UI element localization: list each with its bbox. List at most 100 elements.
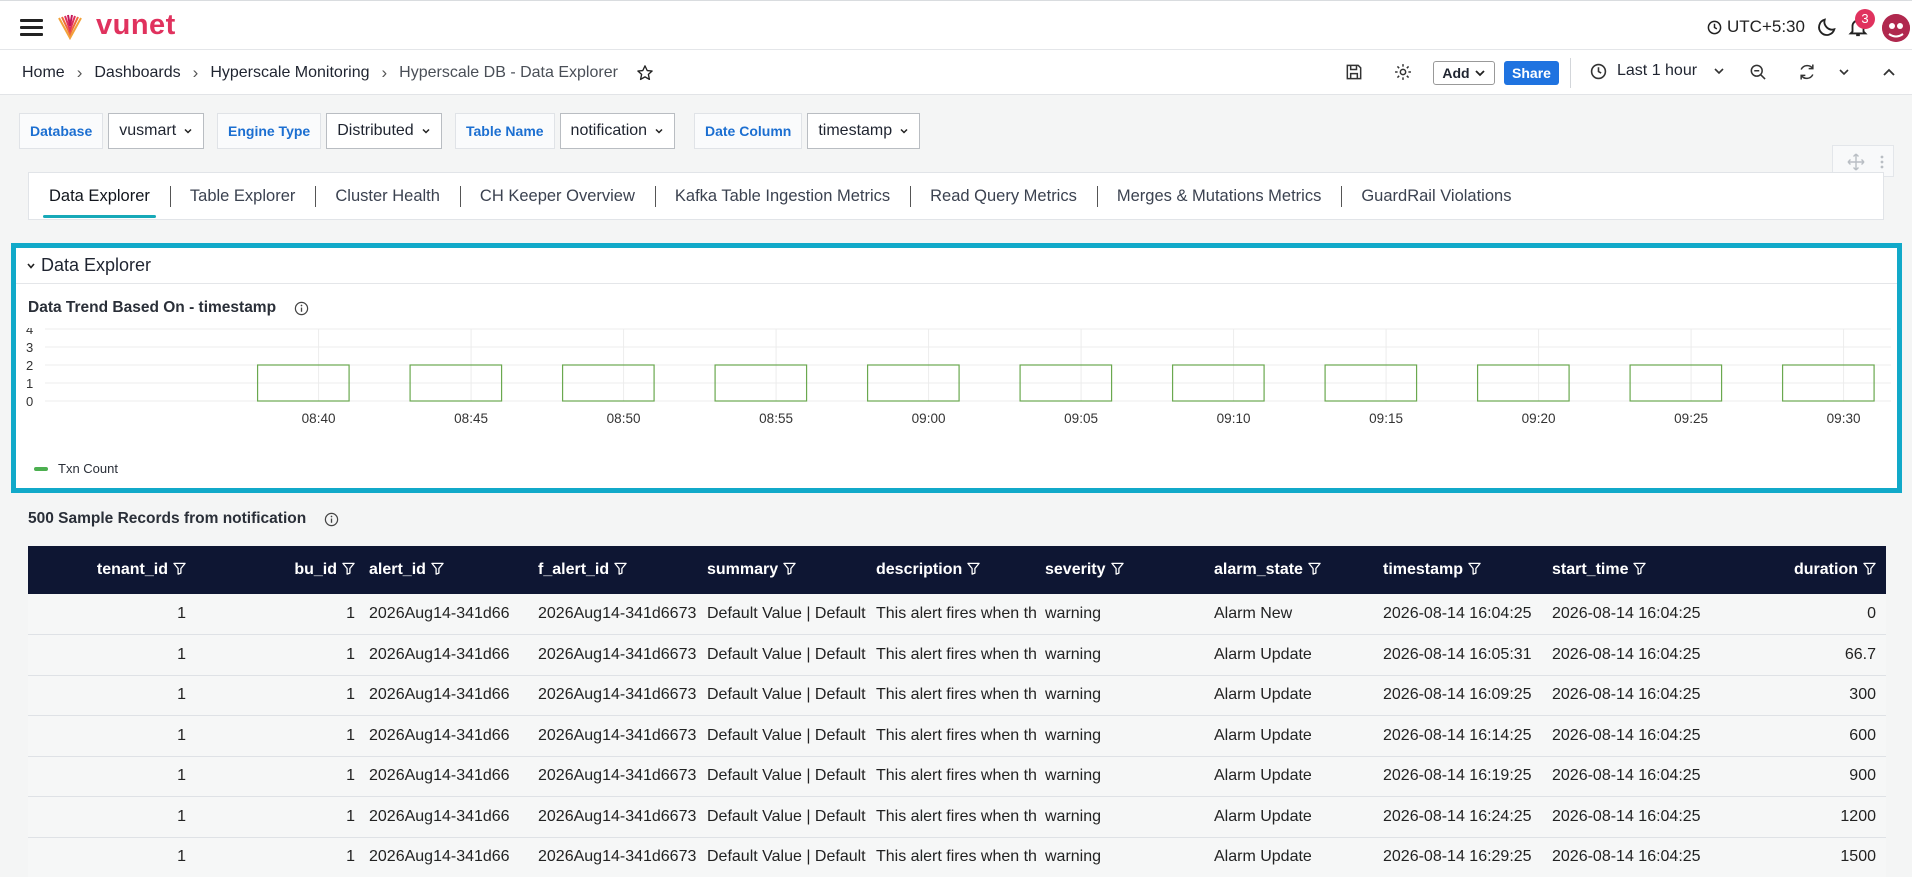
settings-gear-icon[interactable] <box>1393 62 1413 82</box>
records-title: 500 Sample Records from notification <box>28 510 339 528</box>
variable-label: Database <box>19 113 104 149</box>
records-table-container[interactable]: tenant_id bu_id alert_id f_alert_id summary d… <box>28 546 1886 877</box>
column-header-summary[interactable]: summary <box>703 546 872 594</box>
column-header-description[interactable]: description <box>872 546 1041 594</box>
add-button[interactable]: Add <box>1433 61 1495 85</box>
filter-icon[interactable] <box>614 562 627 575</box>
star-icon[interactable] <box>636 64 654 82</box>
table-cell-f-alert-id: 2026Aug14-341d6673 <box>538 848 697 866</box>
table-cell-alarm-state: Alarm New <box>1214 605 1293 622</box>
add-button-label: Add <box>1442 65 1470 81</box>
column-header-f-alert-id[interactable]: f_alert_id <box>534 546 703 594</box>
table-cell-duration: 600 <box>1849 726 1876 744</box>
breadcrumb-bar: Home › Dashboards › Hyperscale Monitorin… <box>0 50 1912 95</box>
tab-kafka-table-ingestion-metrics[interactable]: Kafka Table Ingestion Metrics <box>654 172 910 220</box>
x-tick-label: 09:05 <box>1064 411 1098 426</box>
column-header-timestamp[interactable]: timestamp <box>1379 546 1548 594</box>
x-tick-label: 08:45 <box>454 411 488 426</box>
panel-header[interactable]: Data Explorer <box>16 248 1897 284</box>
dark-mode-icon[interactable] <box>1816 16 1838 38</box>
time-range-picker[interactable]: Last 1 hour <box>1590 62 1725 80</box>
column-header-label: summary <box>707 561 779 578</box>
move-icon[interactable] <box>1846 152 1866 172</box>
menu-icon[interactable] <box>20 19 43 36</box>
tab-read-query-metrics[interactable]: Read Query Metrics <box>910 172 1097 220</box>
breadcrumb-dashboards[interactable]: Dashboards <box>94 64 180 82</box>
table-row[interactable]: 1 1 2026Aug14-341d66 2026Aug14-341d6673 Defa… <box>28 675 1886 716</box>
breadcrumb-hyperscale-monitoring[interactable]: Hyperscale Monitoring <box>210 64 369 82</box>
refresh-interval-chevron-icon[interactable] <box>1838 66 1850 78</box>
column-header-tenant-id[interactable]: tenant_id <box>28 546 196 594</box>
filter-icon[interactable] <box>173 562 186 575</box>
more-vertical-icon[interactable] <box>1879 154 1885 170</box>
filter-icon[interactable] <box>1863 562 1876 575</box>
table-cell-timestamp: 2026-08-14 16:24:25 <box>1383 807 1532 825</box>
tab-merges-mutations-metrics[interactable]: Merges & Mutations Metrics <box>1096 172 1341 220</box>
table-row[interactable]: 1 1 2026Aug14-341d66 2026Aug14-341d6673 Defa… <box>28 756 1886 797</box>
column-header-duration[interactable]: duration <box>1717 546 1886 594</box>
select-value: Distributed <box>337 122 414 139</box>
column-header-alert-id[interactable]: alert_id <box>365 546 534 594</box>
table-name-select[interactable]: notification <box>559 113 676 149</box>
column-header-severity[interactable]: severity <box>1041 546 1210 594</box>
x-tick-label: 08:55 <box>759 411 793 426</box>
filter-icon[interactable] <box>342 562 355 575</box>
timezone-display[interactable]: UTC+5:30 <box>1707 15 1805 39</box>
chart-legend[interactable]: Txn Count <box>34 461 118 476</box>
engine-type-select[interactable]: Distributed <box>326 113 442 149</box>
tab-data-explorer[interactable]: Data Explorer <box>43 172 170 220</box>
select-value: vusmart <box>119 122 177 139</box>
collapse-up-icon[interactable] <box>1882 66 1896 78</box>
table-cell-severity: warning <box>1045 686 1102 704</box>
filter-icon[interactable] <box>1633 562 1647 575</box>
table-cell-alert-id: 2026Aug14-341d66 <box>369 686 510 704</box>
table-row[interactable]: 1 1 2026Aug14-341d66 2026Aug14-341d6673 Defa… <box>28 594 1886 635</box>
refresh-icon[interactable] <box>1797 62 1817 82</box>
table-cell-tenant-id: 1 <box>177 605 186 622</box>
column-header-label: bu_id <box>294 561 337 578</box>
filter-icon[interactable] <box>1308 562 1321 575</box>
table-cell-f-alert-id: 2026Aug14-341d6673 <box>538 686 697 704</box>
variable-label: Table Name <box>455 113 555 149</box>
table-row[interactable]: 1 1 2026Aug14-341d66 2026Aug14-341d6673 Defa… <box>28 837 1886 877</box>
y-tick-label: 0 <box>26 394 33 409</box>
y-tick-label: 2 <box>26 358 33 373</box>
tab-guardrail-violations[interactable]: GuardRail Violations <box>1341 172 1531 220</box>
table-row[interactable]: 1 1 2026Aug14-341d66 2026Aug14-341d6673 Defa… <box>28 634 1886 675</box>
tab-cluster-health[interactable]: Cluster Health <box>315 172 460 220</box>
column-header-bu-id[interactable]: bu_id <box>196 546 365 594</box>
table-cell-start-time: 2026-08-14 16:04:25 <box>1552 767 1701 785</box>
x-tick-label: 08:40 <box>302 411 336 426</box>
x-tick-label: 09:20 <box>1522 411 1556 426</box>
table-cell-bu-id: 1 <box>346 767 355 785</box>
table-row[interactable]: 1 1 2026Aug14-341d66 2026Aug14-341d6673 Defa… <box>28 796 1886 837</box>
breadcrumb-home[interactable]: Home <box>22 64 65 82</box>
table-cell-tenant-id: 1 <box>177 807 186 825</box>
table-row[interactable]: 1 1 2026Aug14-341d66 2026Aug14-341d6673 Defa… <box>28 715 1886 756</box>
database-select[interactable]: vusmart <box>108 113 205 149</box>
filter-icon[interactable] <box>1468 562 1481 575</box>
column-header-label: tenant_id <box>96 561 168 578</box>
table-cell-description: This alert fires when th <box>876 686 1037 704</box>
info-icon[interactable] <box>294 301 309 316</box>
table-cell-timestamp: 2026-08-14 16:05:31 <box>1383 645 1532 663</box>
zoom-out-icon[interactable] <box>1748 62 1768 82</box>
user-avatar[interactable] <box>1882 14 1910 42</box>
save-icon[interactable] <box>1344 62 1364 82</box>
filter-icon[interactable] <box>783 562 796 575</box>
date-column-select[interactable]: timestamp <box>807 113 921 149</box>
info-icon[interactable] <box>324 512 339 527</box>
filter-icon[interactable] <box>431 562 444 575</box>
column-header-alarm-state[interactable]: alarm_state <box>1210 546 1379 594</box>
share-button[interactable]: Share <box>1504 61 1559 85</box>
table-cell-alert-id: 2026Aug14-341d66 <box>369 726 510 744</box>
data-explorer-panel: Data Explorer Data Trend Based On - time… <box>11 243 1902 493</box>
column-header-start-time[interactable]: start_time <box>1548 546 1717 594</box>
variable-label: Engine Type <box>217 113 322 149</box>
tab-ch-keeper-overview[interactable]: CH Keeper Overview <box>459 172 655 220</box>
table-cell-f-alert-id: 2026Aug14-341d6673 <box>538 767 697 785</box>
tab-table-explorer[interactable]: Table Explorer <box>169 172 315 220</box>
filter-icon[interactable] <box>967 562 980 575</box>
y-tick-label: 3 <box>26 340 33 355</box>
filter-icon[interactable] <box>1110 562 1124 575</box>
